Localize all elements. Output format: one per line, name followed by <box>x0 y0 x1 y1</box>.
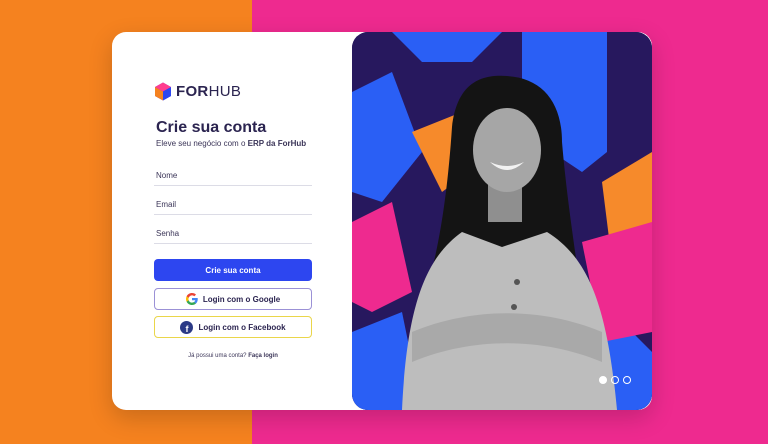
password-field-wrapper <box>154 223 316 244</box>
password-field[interactable] <box>154 223 316 244</box>
name-field[interactable] <box>154 165 316 186</box>
carousel-dot-2[interactable] <box>611 376 619 384</box>
google-login-button[interactable]: Login com o Google <box>154 288 312 310</box>
facebook-login-button[interactable]: f Login com o Facebook <box>154 316 312 338</box>
hero-image-panel <box>352 32 652 410</box>
login-link[interactable]: Faça login <box>248 353 278 359</box>
hero-illustration <box>352 32 652 410</box>
facebook-login-label: Login com o Facebook <box>198 322 286 332</box>
logo-wordmark: FORHUB <box>176 83 242 100</box>
page-subtitle: Eleve seu negócio com o ERP da ForHub <box>156 139 307 148</box>
create-account-button[interactable]: Crie sua conta <box>154 259 312 281</box>
carousel-indicators <box>599 376 631 384</box>
create-account-label: Crie sua conta <box>205 265 261 275</box>
signup-card: FORHUB Crie sua conta Eleve seu negócio … <box>112 32 652 410</box>
forhub-logo: FORHUB <box>154 82 241 101</box>
email-field-wrapper <box>154 194 316 215</box>
email-field[interactable] <box>154 194 316 215</box>
page-title: Crie sua conta <box>156 119 267 136</box>
carousel-dot-3[interactable] <box>623 376 631 384</box>
carousel-dot-1[interactable] <box>599 376 607 384</box>
login-prompt: Já possui uma conta? Faça login <box>188 353 278 359</box>
google-icon <box>185 293 198 305</box>
google-login-label: Login com o Google <box>202 294 281 304</box>
name-field-wrapper <box>154 165 316 186</box>
signup-form-panel: FORHUB Crie sua conta Eleve seu negócio … <box>112 32 352 410</box>
facebook-icon: f <box>180 320 194 334</box>
forhub-logo-icon <box>155 82 171 101</box>
